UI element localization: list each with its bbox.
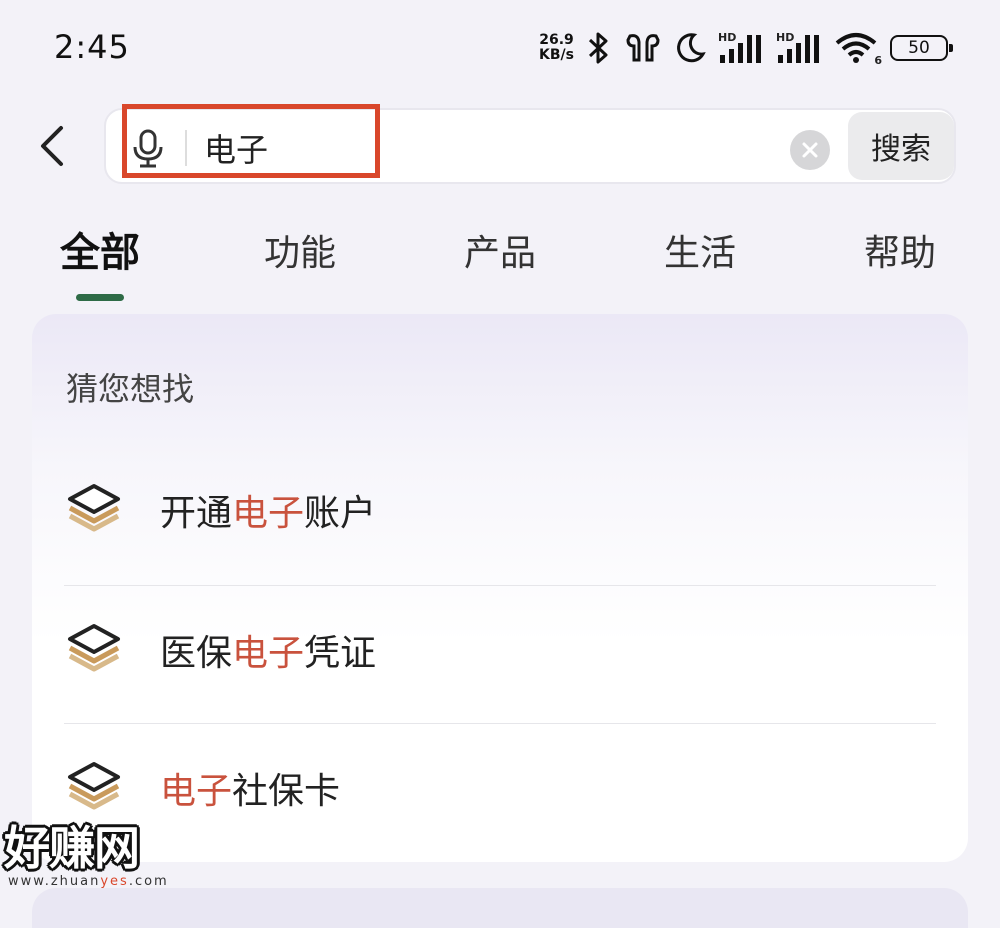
suggestion-text-suffix: 社保卡 <box>232 771 341 812</box>
battery-indicator: 50 <box>890 35 953 61</box>
category-tabs: 全部 功能 产品 生活 帮助 <box>0 214 1000 304</box>
watermark: 好赚网 www.zhuanyes.com <box>4 822 194 894</box>
back-arrow-icon <box>41 126 63 166</box>
status-time: 2:45 <box>54 28 130 66</box>
tab-products[interactable]: 产品 <box>464 224 536 276</box>
suggestion-text-match: 电子 <box>160 771 233 812</box>
suggestion-item[interactable]: 开通电子账户 <box>32 444 968 582</box>
watermark-url-suffix: .com <box>128 874 169 889</box>
suggestion-text-match: 电子 <box>232 493 305 534</box>
suggestion-text-prefix: 开通 <box>160 493 233 534</box>
suggestion-text: 开通电子账户 <box>160 484 376 536</box>
watermark-url-prefix: www.zhuan <box>8 874 101 889</box>
layers-icon <box>68 762 120 810</box>
signal-hd-icon: HD <box>718 31 764 65</box>
watermark-logo: 好赚网 <box>4 821 140 875</box>
suggestion-text-prefix: 医保 <box>160 633 233 674</box>
suggestion-item[interactable]: 医保电子凭证 <box>32 584 968 722</box>
network-speed-unit: KB/s <box>539 47 574 63</box>
tab-functions[interactable]: 功能 <box>264 224 336 276</box>
layers-icon <box>68 624 120 672</box>
search-button[interactable]: 搜索 <box>848 112 954 180</box>
clear-search-button[interactable] <box>790 130 830 170</box>
signal-hd-icon: HD <box>776 31 822 65</box>
watermark-url: www.zhuanyes.com <box>8 874 194 889</box>
moon-icon <box>674 32 706 64</box>
tab-all[interactable]: 全部 <box>60 220 140 278</box>
search-bar: 搜索 <box>104 104 956 184</box>
layers-icon <box>68 484 120 532</box>
suggestion-text-suffix: 账户 <box>304 493 377 534</box>
status-icons: 26.9 KB/s HD HD 6 50 <box>539 30 953 67</box>
tab-help[interactable]: 帮助 <box>864 224 936 276</box>
status-bar: 2:45 26.9 KB/s HD HD 6 50 <box>0 0 1000 96</box>
suggestions-title: 猜您想找 <box>66 370 195 408</box>
wifi-icon: 6 <box>834 31 882 67</box>
next-card-edge <box>32 888 968 928</box>
suggestions-card: 猜您想找 开通电子账户 医保电子凭证 电子社保卡 <box>32 314 968 862</box>
suggestion-text: 医保电子凭证 <box>160 624 376 676</box>
suggestion-text: 电子社保卡 <box>160 762 340 814</box>
back-button[interactable] <box>28 118 76 174</box>
tab-life[interactable]: 生活 <box>664 224 736 276</box>
bluetooth-icon <box>586 31 612 65</box>
search-input[interactable] <box>204 124 764 172</box>
search-divider <box>185 130 187 166</box>
watermark-url-mid: yes <box>100 874 129 889</box>
active-tab-indicator <box>76 294 124 301</box>
suggestion-text-match: 电子 <box>232 633 305 674</box>
wifi-band-label: 6 <box>874 54 882 67</box>
earbuds-icon <box>624 32 662 64</box>
suggestion-text-suffix: 凭证 <box>304 633 377 674</box>
close-icon <box>802 142 818 158</box>
microphone-icon[interactable] <box>128 128 168 168</box>
network-speed: 26.9 KB/s <box>539 33 574 63</box>
network-speed-value: 26.9 <box>539 32 574 48</box>
